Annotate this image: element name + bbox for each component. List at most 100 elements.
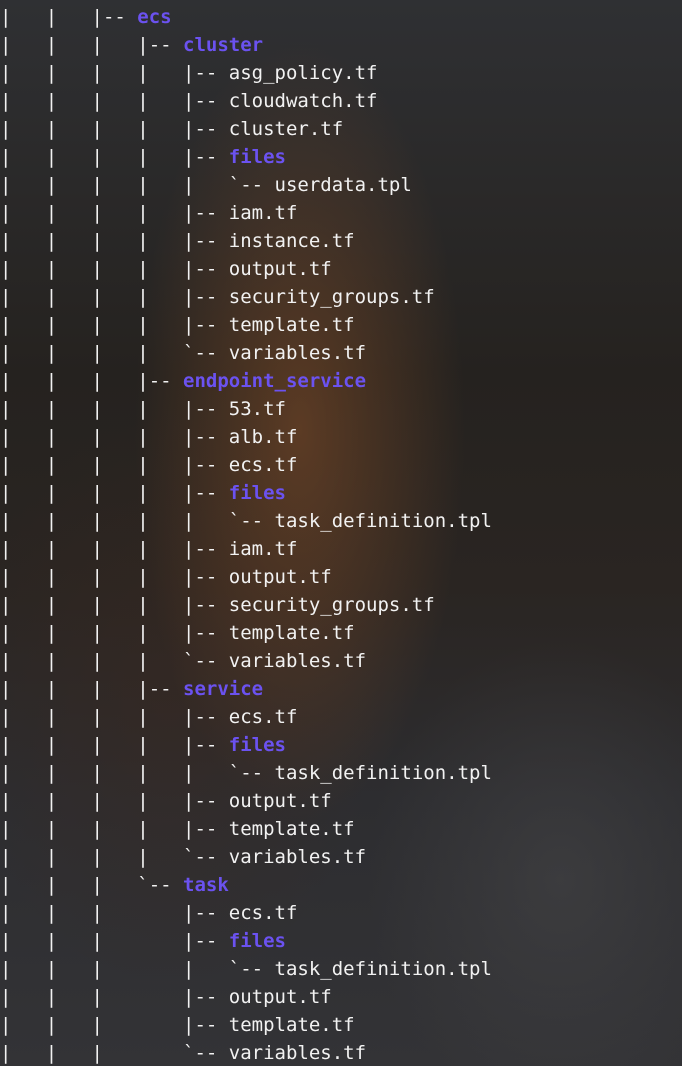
directory-name: files bbox=[228, 930, 286, 952]
file-name: iam.tf bbox=[228, 538, 298, 560]
tree-branch-prefix: | | | |-- bbox=[0, 1014, 229, 1036]
directory-name: task bbox=[183, 874, 229, 896]
tree-branch-prefix: | | | | | `-- bbox=[0, 510, 275, 532]
tree-line-file: | | | | | `-- userdata.tpl bbox=[0, 171, 682, 199]
tree-line-file: | | | | |-- alb.tf bbox=[0, 423, 682, 451]
tree-line-file: | | | | | `-- task_definition.tpl bbox=[0, 759, 682, 787]
tree-branch-prefix: | | | | |-- bbox=[0, 790, 229, 812]
terminal-window[interactable]: | | |-- ecs | | | |-- cluster | | | | |-- … bbox=[0, 0, 682, 1066]
tree-branch-prefix: | | | | | `-- bbox=[0, 762, 275, 784]
tree-branch-prefix: | | | `-- bbox=[0, 874, 184, 896]
tree-branch-prefix: | | | | `-- bbox=[0, 846, 229, 868]
tree-branch-prefix: | | | |-- bbox=[0, 34, 184, 56]
tree-branch-prefix: | | | | |-- bbox=[0, 230, 229, 252]
file-name: iam.tf bbox=[228, 202, 298, 224]
tree-branch-prefix: | | | |-- bbox=[0, 370, 184, 392]
file-name: instance.tf bbox=[228, 230, 355, 252]
file-name: alb.tf bbox=[228, 426, 298, 448]
directory-name: cluster bbox=[183, 34, 264, 56]
file-name: template.tf bbox=[228, 314, 355, 336]
tree-line-directory: | | |-- ecs bbox=[0, 3, 682, 31]
tree-line-file: | | | `-- variables.tf bbox=[0, 1039, 682, 1066]
file-name: output.tf bbox=[228, 986, 332, 1008]
directory-tree-output: | | |-- ecs | | | |-- cluster | | | | |-- … bbox=[0, 3, 682, 1066]
tree-branch-prefix: | | | | |-- bbox=[0, 706, 229, 728]
tree-line-file: | | | | |-- cloudwatch.tf bbox=[0, 87, 682, 115]
tree-branch-prefix: | | | | |-- bbox=[0, 146, 229, 168]
directory-name: files bbox=[228, 146, 286, 168]
file-name: security_groups.tf bbox=[228, 594, 435, 616]
tree-line-file: | | | |-- ecs.tf bbox=[0, 899, 682, 927]
tree-branch-prefix: | | | | |-- bbox=[0, 482, 229, 504]
tree-line-file: | | | | |-- output.tf bbox=[0, 563, 682, 591]
file-name: variables.tf bbox=[228, 342, 367, 364]
tree-branch-prefix: | | | | |-- bbox=[0, 734, 229, 756]
tree-branch-prefix: | | | | |-- bbox=[0, 594, 229, 616]
tree-line-directory: | | | `-- task bbox=[0, 871, 682, 899]
tree-line-file: | | | | `-- task_definition.tpl bbox=[0, 955, 682, 983]
tree-branch-prefix: | | | | `-- bbox=[0, 650, 229, 672]
file-name: cloudwatch.tf bbox=[228, 90, 378, 112]
tree-line-file: | | | | |-- instance.tf bbox=[0, 227, 682, 255]
file-name: output.tf bbox=[228, 258, 332, 280]
tree-branch-prefix: | | | | |-- bbox=[0, 202, 229, 224]
tree-line-file: | | | | |-- security_groups.tf bbox=[0, 591, 682, 619]
file-name: template.tf bbox=[228, 1014, 355, 1036]
directory-name: files bbox=[228, 734, 286, 756]
tree-branch-prefix: | | | | `-- bbox=[0, 342, 229, 364]
tree-line-file: | | | |-- template.tf bbox=[0, 1011, 682, 1039]
directory-name: service bbox=[183, 678, 264, 700]
tree-line-directory: | | | | |-- files bbox=[0, 731, 682, 759]
tree-line-file: | | | | |-- template.tf bbox=[0, 311, 682, 339]
tree-line-directory: | | | | |-- files bbox=[0, 479, 682, 507]
tree-line-directory: | | | |-- service bbox=[0, 675, 682, 703]
file-name: ecs.tf bbox=[228, 706, 298, 728]
tree-line-file: | | | | `-- variables.tf bbox=[0, 647, 682, 675]
tree-line-file: | | | | |-- security_groups.tf bbox=[0, 283, 682, 311]
file-name: userdata.tpl bbox=[274, 174, 412, 196]
tree-branch-prefix: | | | |-- bbox=[0, 930, 229, 952]
file-name: task_definition.tpl bbox=[274, 958, 492, 980]
tree-branch-prefix: | | | | |-- bbox=[0, 398, 229, 420]
file-name: asg_policy.tf bbox=[228, 62, 378, 84]
tree-line-file: | | | | |-- output.tf bbox=[0, 255, 682, 283]
tree-line-file: | | | | |-- iam.tf bbox=[0, 535, 682, 563]
tree-line-file: | | | | |-- asg_policy.tf bbox=[0, 59, 682, 87]
tree-line-file: | | | | |-- ecs.tf bbox=[0, 451, 682, 479]
file-name: variables.tf bbox=[228, 1042, 367, 1064]
tree-line-file: | | | |-- output.tf bbox=[0, 983, 682, 1011]
tree-branch-prefix: | | | |-- bbox=[0, 902, 229, 924]
file-name: task_definition.tpl bbox=[274, 762, 492, 784]
tree-line-directory: | | | |-- cluster bbox=[0, 31, 682, 59]
tree-branch-prefix: | | | | |-- bbox=[0, 286, 229, 308]
tree-line-file: | | | | |-- template.tf bbox=[0, 815, 682, 843]
tree-branch-prefix: | | | | |-- bbox=[0, 62, 229, 84]
file-name: ecs.tf bbox=[228, 902, 298, 924]
tree-branch-prefix: | | |-- bbox=[0, 6, 138, 28]
tree-line-file: | | | | | `-- task_definition.tpl bbox=[0, 507, 682, 535]
tree-line-directory: | | | |-- endpoint_service bbox=[0, 367, 682, 395]
tree-line-file: | | | | |-- cluster.tf bbox=[0, 115, 682, 143]
tree-branch-prefix: | | | `-- bbox=[0, 1042, 229, 1064]
tree-branch-prefix: | | | | |-- bbox=[0, 314, 229, 336]
tree-branch-prefix: | | | |-- bbox=[0, 678, 184, 700]
tree-line-file: | | | | |-- 53.tf bbox=[0, 395, 682, 423]
tree-branch-prefix: | | | | |-- bbox=[0, 566, 229, 588]
file-name: output.tf bbox=[228, 566, 332, 588]
file-name: variables.tf bbox=[228, 846, 367, 868]
tree-line-file: | | | | |-- ecs.tf bbox=[0, 703, 682, 731]
file-name: task_definition.tpl bbox=[274, 510, 492, 532]
tree-line-file: | | | | `-- variables.tf bbox=[0, 843, 682, 871]
tree-branch-prefix: | | | | |-- bbox=[0, 538, 229, 560]
file-name: template.tf bbox=[228, 622, 355, 644]
file-name: security_groups.tf bbox=[228, 286, 435, 308]
tree-branch-prefix: | | | | |-- bbox=[0, 426, 229, 448]
file-name: 53.tf bbox=[228, 398, 286, 420]
tree-branch-prefix: | | | | | `-- bbox=[0, 174, 275, 196]
file-name: variables.tf bbox=[228, 650, 367, 672]
directory-name: endpoint_service bbox=[183, 370, 367, 392]
tree-branch-prefix: | | | | |-- bbox=[0, 90, 229, 112]
tree-line-file: | | | | |-- iam.tf bbox=[0, 199, 682, 227]
directory-name: ecs bbox=[137, 6, 172, 28]
tree-branch-prefix: | | | | |-- bbox=[0, 818, 229, 840]
